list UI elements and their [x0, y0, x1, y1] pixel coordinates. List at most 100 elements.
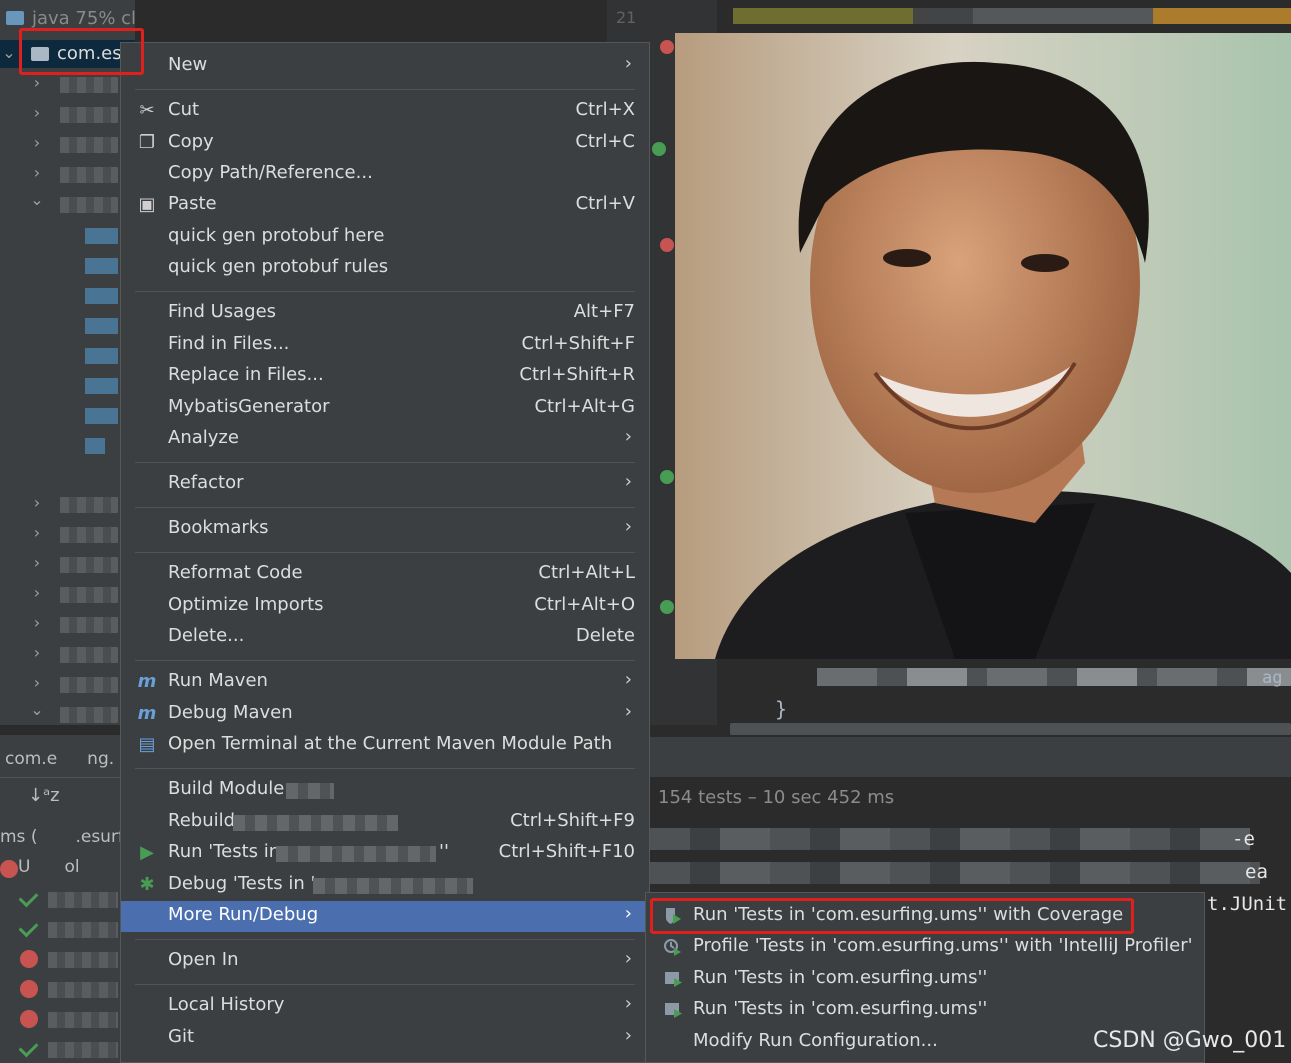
run-test-item[interactable]: Uol — [18, 857, 80, 877]
menu-item-bookmarks[interactable]: Bookmarks › — [121, 514, 649, 545]
chevron-right-icon[interactable]: › — [30, 553, 44, 572]
menu-item-reformat-code[interactable]: Reformat Code Ctrl+Alt+L — [121, 559, 649, 590]
menu-item-shortcut: Alt+F7 — [573, 301, 635, 322]
debug-icon: ✱ — [139, 874, 155, 895]
context-menu: New › ✂ Cut Ctrl+X ❐ Copy Ctrl+C Copy Pa… — [120, 42, 650, 1063]
menu-item-refactor[interactable]: Refactor › — [121, 469, 649, 500]
menu-item-label: quick gen protobuf here — [168, 225, 385, 246]
menu-item-more-run-debug[interactable]: More Run/Debug › — [121, 901, 649, 932]
menu-item-open-terminal[interactable]: ▤ Open Terminal at the Current Maven Mod… — [121, 730, 649, 761]
menu-item-label: Cut — [168, 99, 200, 120]
submenu-item-run-tests-1[interactable]: Run 'Tests in 'com.esurfing.ums'' — [646, 964, 1204, 995]
run-root-item[interactable]: ms (.esurf — [0, 827, 124, 847]
menu-item-shortcut: Delete — [575, 625, 635, 646]
menu-item-find-in-files[interactable]: Find in Files... Ctrl+Shift+F — [121, 330, 649, 361]
run-tab-label[interactable]: com.e ng. — [5, 749, 114, 769]
chevron-right-icon[interactable]: › — [30, 643, 44, 662]
menu-item-paste[interactable]: ▣ Paste Ctrl+V — [121, 190, 649, 221]
menu-item-protobuf-here[interactable]: quick gen protobuf here — [121, 222, 649, 253]
menu-item-analyze[interactable]: Analyze › — [121, 424, 649, 455]
passed-icon — [18, 917, 39, 938]
submenu-item-label: Profile 'Tests in 'com.esurfing.ums'' wi… — [693, 935, 1193, 956]
chevron-right-icon: › — [624, 993, 632, 1014]
tree-header: java 75% classes, 45% lines covered — [0, 8, 135, 29]
horizontal-scrollbar[interactable] — [730, 723, 1291, 735]
tree-item[interactable] — [60, 557, 118, 573]
run-test-item[interactable] — [48, 892, 118, 908]
copy-icon: ❐ — [138, 132, 156, 153]
menu-item-delete[interactable]: Delete... Delete — [121, 622, 649, 653]
menu-item-shortcut: Ctrl+Alt+G — [534, 396, 635, 417]
menu-item-label: Optimize Imports — [168, 594, 324, 615]
menu-item-label: Copy Path/Reference... — [168, 162, 373, 183]
menu-item-label: Open Terminal at the Current Maven Modul… — [168, 733, 613, 754]
error-gutter-icon[interactable] — [660, 238, 674, 252]
tree-item[interactable] — [60, 167, 118, 183]
chevron-right-icon[interactable]: › — [30, 103, 44, 122]
chevron-right-icon[interactable]: › — [30, 583, 44, 602]
tree-item[interactable] — [60, 137, 118, 153]
menu-item-run-maven[interactable]: m Run Maven › — [121, 667, 649, 698]
watermark: CSDN @Gwo_001 — [1093, 1028, 1287, 1053]
menu-item-git[interactable]: Git › — [121, 1023, 649, 1054]
run-test-item[interactable] — [48, 922, 118, 938]
menu-item-shortcut: Ctrl+C — [575, 131, 635, 152]
tree-item[interactable] — [60, 497, 118, 513]
submenu-item-label: Modify Run Configuration... — [693, 1030, 938, 1051]
menu-item-replace-in-files[interactable]: Replace in Files... Ctrl+Shift+R — [121, 361, 649, 392]
run-test-item[interactable] — [48, 1012, 118, 1028]
run-test-item[interactable] — [48, 982, 118, 998]
tree-item[interactable] — [60, 527, 118, 543]
tree-item[interactable] — [60, 647, 118, 663]
run-gutter-icon[interactable] — [660, 600, 674, 614]
chevron-right-icon[interactable]: › — [30, 673, 44, 692]
submenu-item-profile[interactable]: Profile 'Tests in 'com.esurfing.ums'' wi… — [646, 932, 1204, 963]
error-gutter-icon[interactable] — [660, 40, 674, 54]
menu-item-find-usages[interactable]: Find Usages Alt+F7 — [121, 298, 649, 329]
menu-item-open-in[interactable]: Open In › — [121, 946, 649, 977]
menu-item-protobuf-rules[interactable]: quick gen protobuf rules — [121, 253, 649, 284]
menu-item-shortcut: Ctrl+Shift+F10 — [498, 841, 635, 862]
code-text: ag — [1262, 668, 1283, 688]
menu-item-debug-tests[interactable]: ✱ Debug 'Tests in ' — [121, 870, 649, 901]
chevron-down-icon[interactable]: ⌄ — [2, 43, 16, 62]
menu-item-copy-path[interactable]: Copy Path/Reference... — [121, 159, 649, 190]
menu-item-local-history[interactable]: Local History › — [121, 991, 649, 1022]
run-test-item[interactable] — [48, 1042, 118, 1058]
tree-item[interactable] — [60, 707, 118, 723]
menu-item-copy[interactable]: ❐ Copy Ctrl+C — [121, 128, 649, 159]
submenu-item-run-tests-2[interactable]: Run 'Tests in 'com.esurfing.ums'' — [646, 995, 1204, 1026]
menu-item-label: Refactor — [168, 472, 244, 493]
console-text: t.JUnit — [1207, 893, 1288, 915]
run-test-item[interactable] — [48, 952, 118, 968]
menu-item-debug-maven[interactable]: m Debug Maven › — [121, 699, 649, 730]
sort-icon[interactable]: ↓ᵃz — [28, 785, 60, 806]
menu-item-mybatis-generator[interactable]: MybatisGenerator Ctrl+Alt+G — [121, 393, 649, 424]
chevron-down-icon[interactable]: ⌄ — [30, 190, 44, 209]
tree-item[interactable] — [60, 197, 118, 213]
chevron-right-icon: › — [624, 471, 632, 492]
chevron-right-icon[interactable]: › — [30, 163, 44, 182]
menu-item-build-module[interactable]: Build Module — [121, 775, 649, 806]
run-gutter-icon[interactable] — [660, 470, 674, 484]
tree-item[interactable] — [60, 617, 118, 633]
tree-item[interactable] — [60, 77, 118, 93]
tree-item[interactable] — [60, 587, 118, 603]
chevron-right-icon[interactable]: › — [30, 613, 44, 632]
menu-item-label: Find in Files... — [168, 333, 290, 354]
tree-item[interactable] — [60, 677, 118, 693]
chevron-right-icon[interactable]: › — [30, 493, 44, 512]
chevron-right-icon: › — [624, 516, 632, 537]
menu-item-cut[interactable]: ✂ Cut Ctrl+X — [121, 96, 649, 127]
chevron-right-icon[interactable]: › — [30, 133, 44, 152]
chevron-right-icon[interactable]: › — [30, 523, 44, 542]
tree-item[interactable] — [60, 107, 118, 123]
menu-item-optimize-imports[interactable]: Optimize Imports Ctrl+Alt+O — [121, 591, 649, 622]
menu-item-rebuild[interactable]: Rebuild Ctrl+Shift+F9 — [121, 807, 649, 838]
console-line — [650, 862, 1260, 884]
menu-item-run-tests[interactable]: ▶ Run 'Tests in '' Ctrl+Shift+F10 — [121, 838, 649, 869]
run-gutter-icon[interactable] — [652, 142, 666, 156]
chevron-down-icon[interactable]: ⌄ — [30, 700, 44, 719]
chevron-right-icon[interactable]: › — [30, 73, 44, 92]
menu-item-new[interactable]: New › — [121, 51, 649, 82]
